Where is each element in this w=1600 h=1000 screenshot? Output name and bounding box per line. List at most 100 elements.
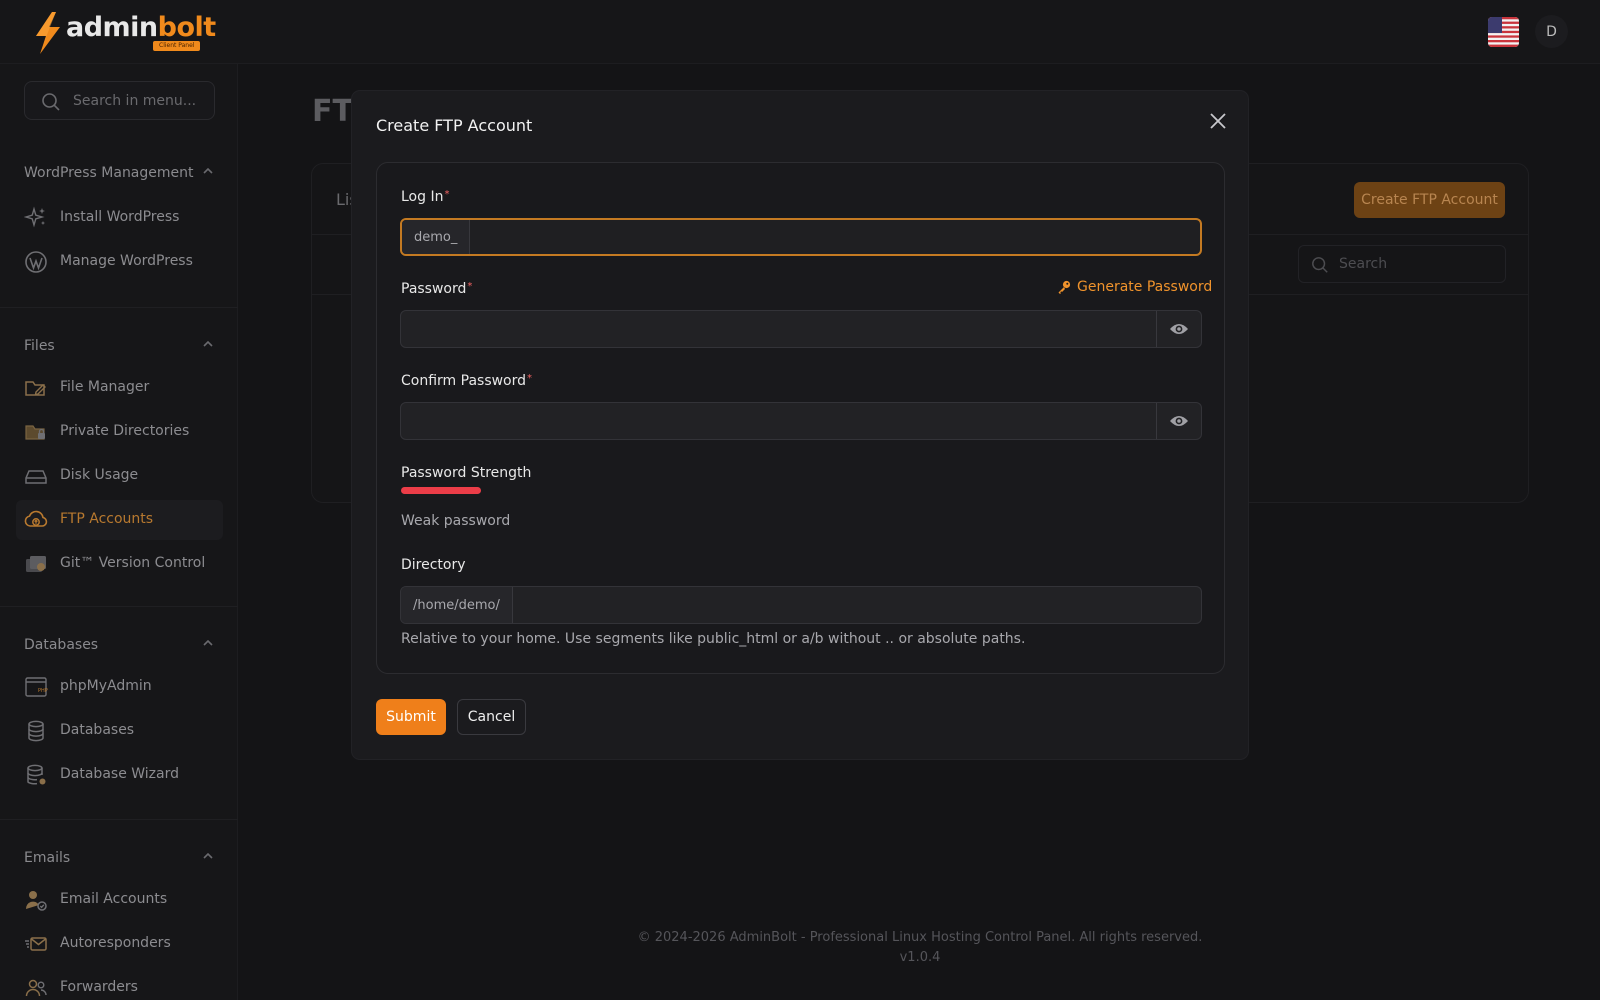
- password-label: Password*: [401, 281, 472, 297]
- sidebar-item-forwarders[interactable]: Forwarders: [16, 968, 223, 1000]
- sidebar: Search in menu... WordPress Management I…: [0, 64, 238, 1000]
- sidebar-item-manage-wordpress[interactable]: Manage WordPress: [16, 242, 223, 282]
- password-strength-bar: [401, 487, 481, 494]
- sidebar-item-databases[interactable]: Databases: [16, 711, 223, 751]
- modal-title: Create FTP Account: [376, 116, 533, 135]
- section-wordpress-management[interactable]: WordPress Management: [24, 162, 214, 182]
- sidebar-item-git-version-control[interactable]: Git™ Version Control: [16, 544, 223, 584]
- sidebar-item-label: Forwarders: [60, 979, 138, 995]
- cloud-upload-icon: [24, 510, 48, 527]
- sparkles-icon: [24, 206, 45, 228]
- eye-icon: [1170, 324, 1188, 334]
- user-check-icon: [25, 891, 47, 911]
- sidebar-item-label: Autoresponders: [60, 935, 171, 951]
- brand-logo[interactable]: adminbolt Client Panel: [30, 12, 216, 54]
- sidebar-item-label: Git™ Version Control: [60, 555, 206, 571]
- sidebar-divider: [0, 606, 238, 607]
- phpmyadmin-icon: PHP: [25, 677, 48, 697]
- cancel-button[interactable]: Cancel: [457, 699, 526, 735]
- login-field[interactable]: demo_: [400, 218, 1202, 256]
- sidebar-item-ftp-accounts[interactable]: FTP Accounts: [16, 500, 223, 540]
- sidebar-item-label: Disk Usage: [60, 467, 139, 483]
- section-label: WordPress Management: [24, 165, 194, 181]
- confirm-password-label: Confirm Password*: [401, 373, 532, 389]
- footer-version: v1.0.4: [899, 950, 941, 965]
- section-emails[interactable]: Emails: [24, 847, 214, 867]
- key-icon: [1058, 280, 1071, 294]
- table-search-input[interactable]: Search: [1298, 245, 1506, 283]
- required-marker: *: [444, 189, 450, 200]
- password-strength-label: Password Strength: [401, 465, 532, 481]
- users-icon: [25, 979, 47, 997]
- sidebar-item-file-manager[interactable]: File Manager: [16, 368, 223, 408]
- toggle-password-visibility-button[interactable]: [1156, 311, 1201, 347]
- sidebar-item-private-directories[interactable]: Private Directories: [16, 412, 223, 452]
- section-label: Files: [24, 338, 55, 354]
- table-search-placeholder: Search: [1339, 256, 1388, 272]
- password-field[interactable]: [400, 310, 1202, 348]
- password-strength-text: Weak password: [401, 513, 511, 529]
- sidebar-item-label: Install WordPress: [60, 209, 180, 225]
- hard-drive-icon: [25, 470, 47, 484]
- password-label-text: Password: [401, 281, 467, 297]
- brand-name-part2: bolt: [157, 12, 217, 43]
- sidebar-item-label: phpMyAdmin: [60, 678, 152, 694]
- sidebar-item-disk-usage[interactable]: Disk Usage: [16, 456, 223, 496]
- sidebar-item-autoresponders[interactable]: Autoresponders: [16, 924, 223, 964]
- required-marker: *: [527, 373, 533, 384]
- section-files[interactable]: Files: [24, 335, 214, 355]
- chevron-up-icon: [203, 340, 213, 347]
- required-marker: *: [467, 281, 473, 292]
- login-label-text: Log In: [401, 189, 444, 205]
- confirm-password-label-text: Confirm Password: [401, 373, 527, 389]
- sidebar-item-label: File Manager: [60, 379, 150, 395]
- sidebar-item-database-wizard[interactable]: Database Wizard: [16, 755, 223, 795]
- sidebar-item-phpmyadmin[interactable]: PHP phpMyAdmin: [16, 667, 223, 707]
- wordpress-icon: [25, 251, 47, 273]
- folder-edit-icon: [25, 381, 46, 396]
- sidebar-item-label: Manage WordPress: [60, 253, 193, 269]
- footer: © 2024-2026 AdminBolt - Professional Lin…: [560, 928, 1280, 968]
- login-label: Log In*: [401, 189, 449, 205]
- ftp-account-form: Log In* demo_ Password* Generate Passwor…: [376, 162, 1225, 674]
- sidebar-item-label: Private Directories: [60, 423, 190, 439]
- confirm-password-field[interactable]: [400, 402, 1202, 440]
- directory-label: Directory: [401, 557, 466, 573]
- generate-password-button[interactable]: Generate Password: [1057, 279, 1212, 295]
- close-icon[interactable]: [1208, 111, 1228, 131]
- section-label: Emails: [24, 850, 71, 866]
- submit-button[interactable]: Submit: [376, 699, 446, 735]
- user-avatar[interactable]: D: [1535, 15, 1568, 48]
- chevron-up-icon: [203, 167, 213, 174]
- sidebar-divider: [0, 819, 238, 820]
- git-icon: [26, 556, 46, 572]
- bolt-icon: [36, 12, 60, 54]
- sidebar-item-label: Databases: [60, 722, 135, 738]
- us-flag-icon[interactable]: [1488, 17, 1519, 47]
- login-prefix: demo_: [402, 220, 471, 254]
- sidebar-search-input[interactable]: Search in menu...: [24, 81, 215, 120]
- sidebar-item-email-accounts[interactable]: Email Accounts: [16, 880, 223, 920]
- eye-icon: [1170, 416, 1188, 426]
- directory-field[interactable]: /home/demo/: [400, 586, 1202, 624]
- create-ftp-account-modal: Create FTP Account Log In* demo_ Passwor…: [352, 91, 1248, 759]
- chevron-up-icon: [203, 639, 213, 646]
- create-ftp-account-button[interactable]: Create FTP Account: [1354, 182, 1505, 218]
- chevron-up-icon: [203, 852, 213, 859]
- sidebar-item-install-wordpress[interactable]: Install WordPress: [16, 198, 223, 238]
- folder-lock-icon: [25, 425, 45, 440]
- search-icon: [42, 93, 60, 111]
- toggle-confirm-password-visibility-button[interactable]: [1156, 403, 1201, 439]
- top-bar: adminbolt Client Panel D: [0, 0, 1600, 64]
- directory-help-text: Relative to your home. Use segments like…: [401, 631, 1026, 647]
- section-databases[interactable]: Databases: [24, 634, 214, 654]
- database-wizard-icon: [27, 764, 46, 785]
- sidebar-divider: [0, 307, 238, 308]
- directory-prefix: /home/demo/: [401, 587, 513, 623]
- mail-fast-icon: [25, 937, 47, 951]
- footer-copyright: © 2024-2026 AdminBolt - Professional Lin…: [637, 930, 1203, 945]
- section-label: Databases: [24, 637, 99, 653]
- sidebar-search-placeholder: Search in menu...: [73, 93, 197, 109]
- generate-password-label: Generate Password: [1077, 279, 1213, 295]
- brand-name-part1: admin: [66, 12, 158, 43]
